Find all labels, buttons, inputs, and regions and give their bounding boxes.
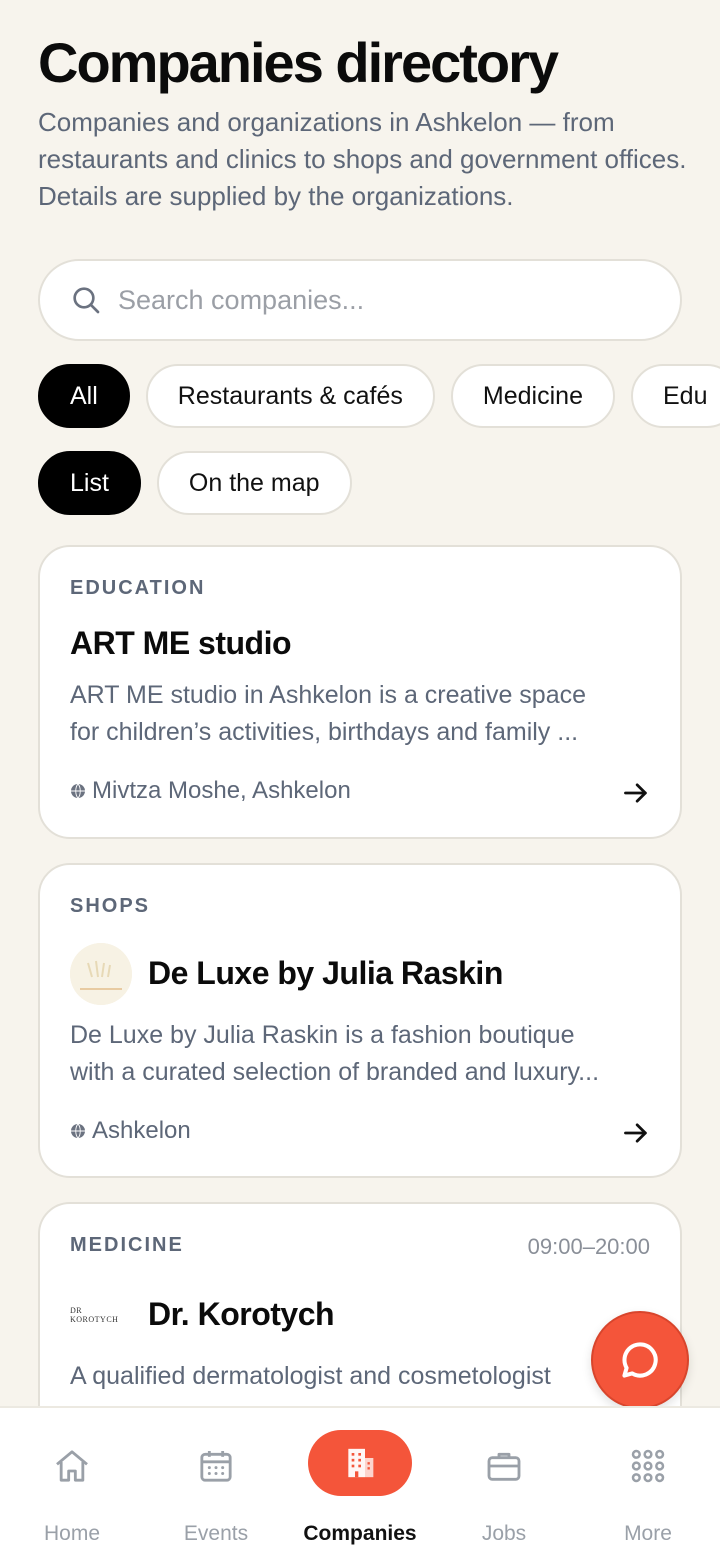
nav-events[interactable]: Events [146, 1408, 286, 1558]
company-category: EDUCATION [70, 577, 206, 599]
company-description-line: De Luxe by Julia Raskin is a fashion bou… [70, 1021, 575, 1049]
company-card[interactable]: MEDICINE 09:00–20:00 DR KOROTYCH Dr. Kor… [38, 1202, 682, 1406]
company-description: De Luxe by Julia Raskin is a fashion bou… [70, 1017, 655, 1091]
chat-bubble-icon [622, 1342, 658, 1378]
search-input[interactable]: Search companies... [118, 285, 364, 316]
company-location-text: Mivtza Moshe, Ashkelon [92, 777, 351, 804]
grid-icon [631, 1449, 665, 1483]
view-map-button[interactable]: On the map [156, 451, 352, 515]
company-description: ART ME studio in Ashkelon is a creative … [70, 677, 655, 751]
nav-label: More [624, 1522, 672, 1545]
nav-jobs[interactable]: Jobs [434, 1408, 574, 1558]
company-description-line: for children’s activities, birthdays and… [70, 718, 579, 746]
page-subtitle: Companies and organizations in Ashkelon … [38, 107, 687, 211]
company-name: ART ME studio [70, 625, 292, 661]
filter-education[interactable]: Edu [630, 364, 720, 428]
filter-restaurants[interactable]: Restaurants & cafés [145, 364, 435, 428]
company-logo-image [70, 943, 132, 1005]
home-icon [56, 1450, 88, 1482]
briefcase-icon [487, 1452, 521, 1481]
building-icon [348, 1448, 374, 1478]
company-logo-text: DR KOROTYCH [70, 1306, 119, 1324]
bottom-navigation: Home Events Companies Jobs More [0, 1406, 720, 1558]
globe-icon [71, 783, 85, 799]
nav-label: Events [183, 1522, 249, 1545]
company-name: Dr. Korotych [148, 1296, 335, 1332]
nav-companies[interactable]: Companies [290, 1408, 430, 1558]
company-location-text: Ashkelon [92, 1117, 191, 1144]
nav-label: Home [43, 1522, 101, 1545]
opening-hours: 09:00–20:00 [527, 1234, 650, 1259]
page-title: Companies directory [38, 31, 559, 94]
arrow-right-icon[interactable] [622, 779, 650, 807]
company-description-line: ART ME studio in Ashkelon is a creative … [70, 681, 587, 709]
globe-icon [71, 1123, 85, 1139]
company-logo: DR KOROTYCH [70, 1284, 132, 1346]
company-card[interactable]: EDUCATION ART ME studio ART ME studio in… [38, 545, 682, 839]
company-description: A qualified dermatologist and cosmetolog… [70, 1358, 655, 1395]
company-description-line: with a curated selection of branded and … [70, 1058, 600, 1086]
company-card[interactable]: SHOPS De Luxe by Julia Raskin De Luxe by… [38, 863, 682, 1178]
company-logo [70, 943, 132, 1005]
calendar-icon [200, 1451, 232, 1482]
main-content: Companies directory Companies and organi… [0, 0, 720, 1406]
search-icon [73, 287, 100, 314]
search-bar[interactable]: Search companies... [38, 259, 682, 341]
filter-medicine[interactable]: Medicine [450, 364, 615, 428]
company-location: Ashkelon [70, 1117, 191, 1145]
nav-more[interactable]: More [578, 1408, 718, 1558]
arrow-right-icon[interactable] [622, 1119, 650, 1147]
nav-label: Companies [303, 1522, 417, 1545]
nav-home[interactable]: Home [2, 1408, 142, 1558]
view-toggle: List On the map [38, 451, 352, 515]
company-description-line: A qualified dermatologist and cosmetolog… [70, 1362, 551, 1390]
company-location: Mivtza Moshe, Ashkelon [70, 777, 351, 805]
view-list-button[interactable]: List [38, 451, 141, 515]
nav-label: Jobs [481, 1522, 527, 1545]
chat-button[interactable] [591, 1311, 689, 1409]
company-category: SHOPS [70, 895, 151, 917]
company-name: De Luxe by Julia Raskin [148, 955, 503, 991]
category-filters: All Restaurants & cafés Medicine Edu [38, 364, 720, 428]
filter-all[interactable]: All [38, 364, 130, 428]
company-category: MEDICINE [70, 1234, 184, 1256]
